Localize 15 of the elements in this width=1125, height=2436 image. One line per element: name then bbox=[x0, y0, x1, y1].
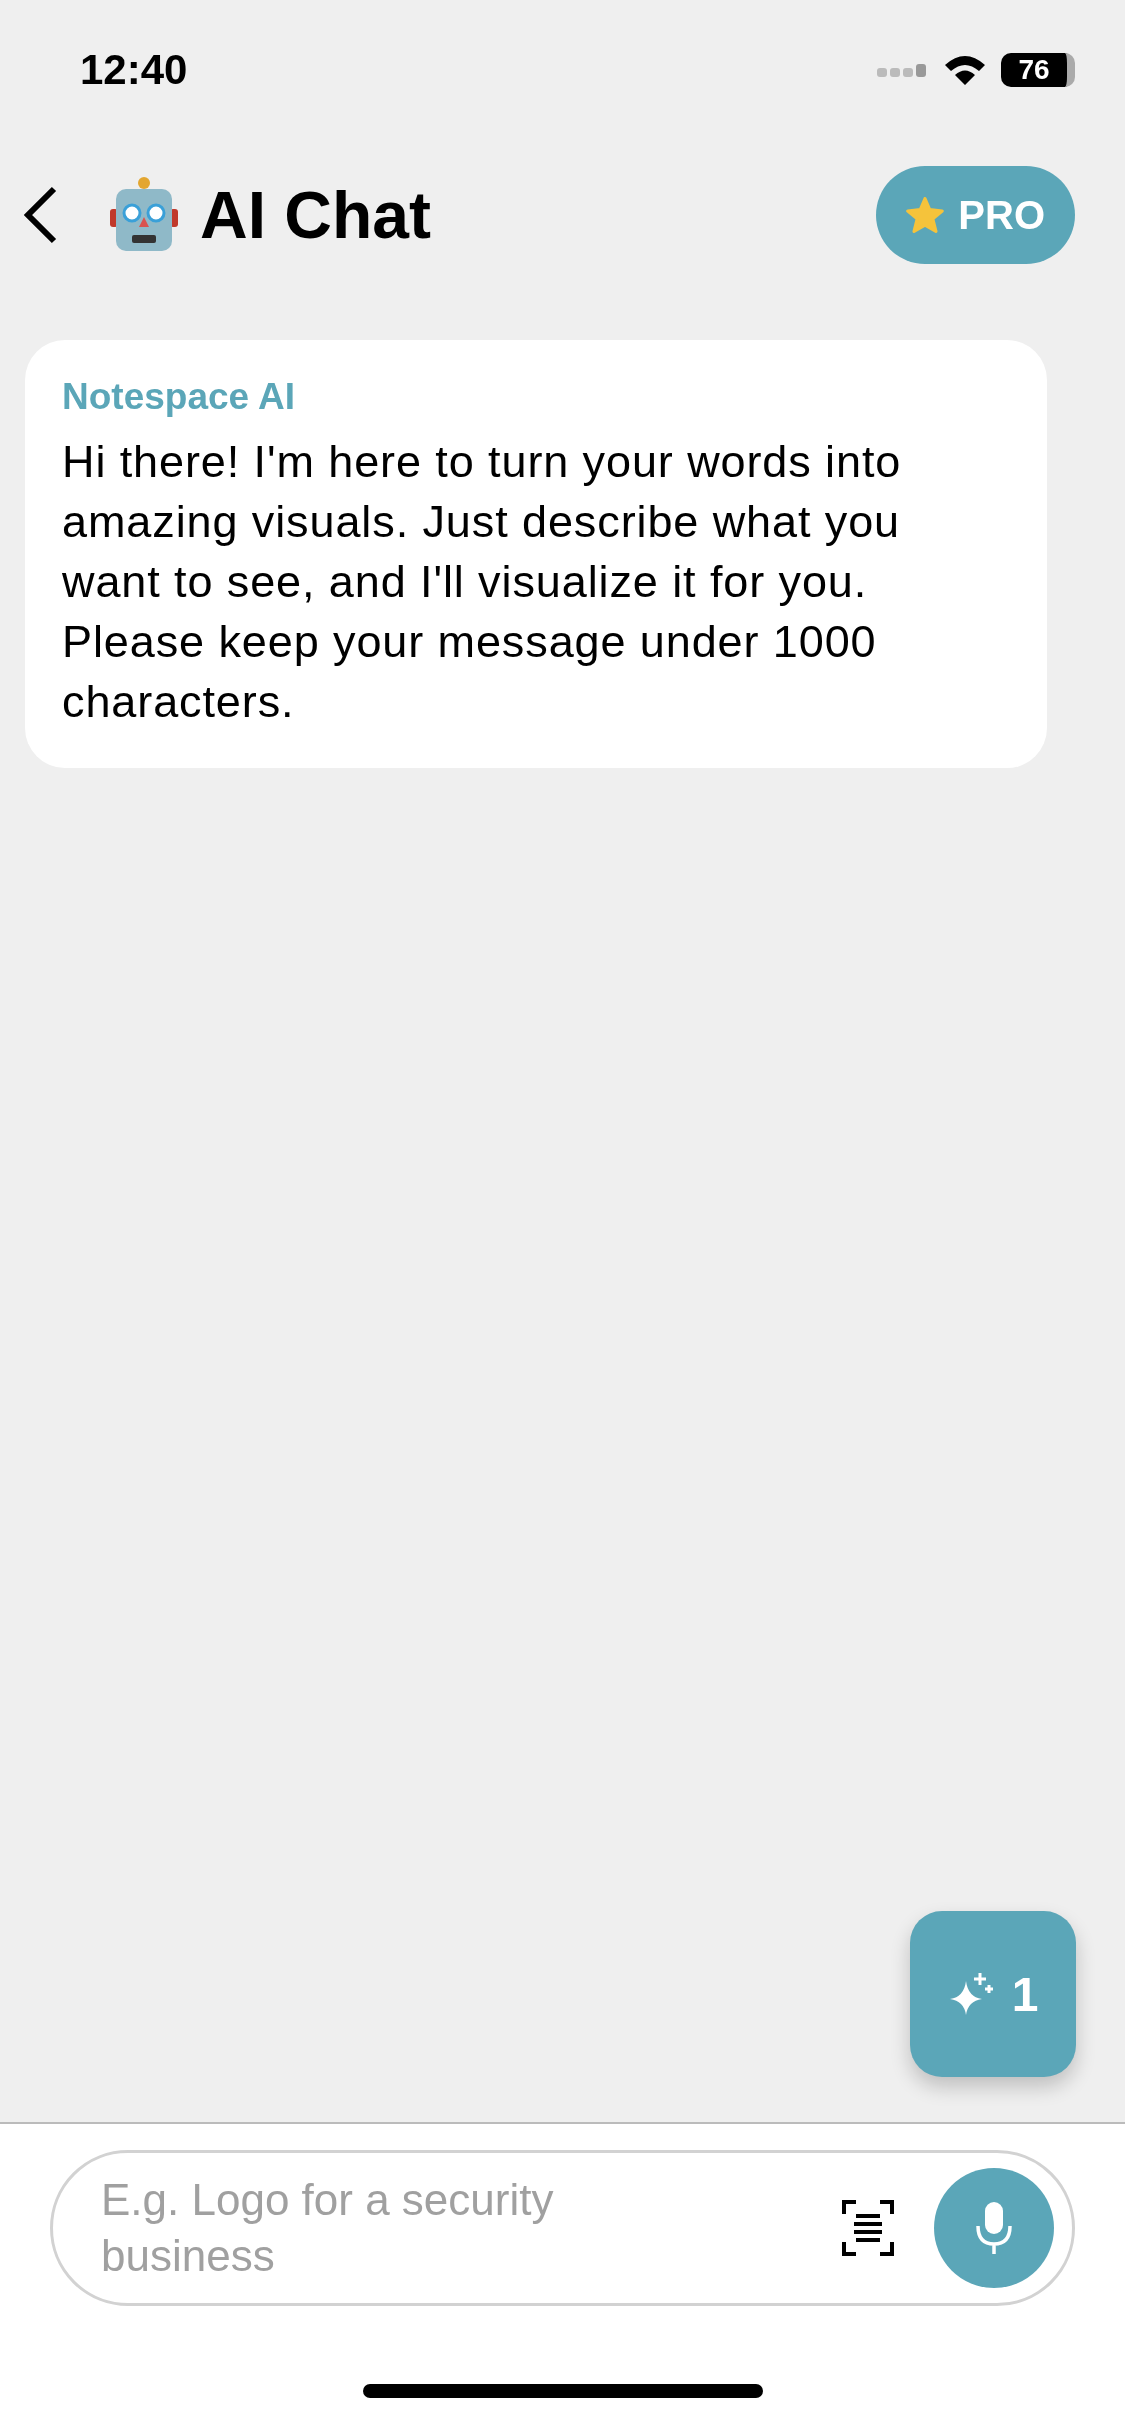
credits-button[interactable]: 1 bbox=[910, 1911, 1076, 2077]
star-icon bbox=[906, 197, 945, 233]
scan-text-icon[interactable] bbox=[842, 2200, 894, 2256]
status-time: 12:40 bbox=[80, 46, 188, 94]
message-input[interactable]: E.g. Logo for a security business bbox=[101, 2172, 661, 2284]
battery-icon: 76 bbox=[1001, 53, 1075, 87]
wifi-icon bbox=[943, 53, 987, 87]
sender-name: Notespace AI bbox=[62, 376, 297, 418]
back-icon[interactable] bbox=[22, 185, 58, 245]
page-title: AI Chat bbox=[200, 177, 432, 253]
microphone-icon bbox=[974, 2200, 1014, 2256]
signal-icon bbox=[877, 62, 929, 78]
message-text: Hi there! I'm here to turn your words into amazing visuals. Just describe what you want to see, and I'll visualize it for you. Please keep your message under 1000 characters. bbox=[62, 435, 903, 729]
pro-button[interactable]: PRO bbox=[876, 166, 1075, 264]
message-field[interactable]: E.g. Logo for a security business bbox=[50, 2150, 1075, 2306]
